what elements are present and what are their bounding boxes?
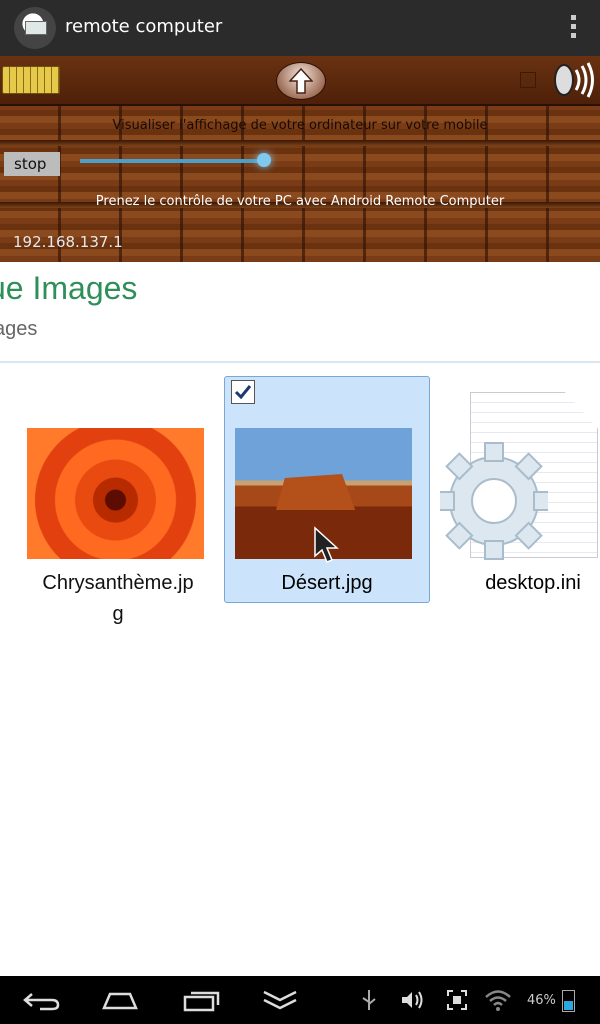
- quality-slider-track[interactable]: [80, 159, 270, 163]
- upload-arrow-button[interactable]: [276, 62, 326, 100]
- battery-percentage: 46%: [527, 993, 556, 1008]
- folder-title: ue Images: [0, 270, 138, 306]
- file-name: Désert.jpg: [281, 572, 373, 594]
- app-logo-icon[interactable]: [14, 7, 56, 49]
- shelf-divider: [0, 140, 600, 146]
- file-name: desktop.ini: [485, 572, 581, 594]
- settings-gear-icon: [440, 442, 548, 560]
- overflow-menu-icon[interactable]: [570, 15, 578, 41]
- system-navigation-bar: 46%: [0, 976, 600, 1024]
- speaker-icon[interactable]: [550, 62, 596, 98]
- file-name: g: [112, 603, 124, 625]
- chrysanthemum-thumbnail[interactable]: [27, 428, 204, 559]
- sound-checkbox[interactable]: [520, 72, 536, 88]
- header-divider: [0, 361, 600, 363]
- file-name: Chrysanthème.jp: [42, 572, 194, 594]
- wifi-icon: [485, 990, 511, 1011]
- stop-button[interactable]: stop: [4, 152, 60, 176]
- home-icon[interactable]: [100, 988, 140, 1012]
- panel-toolbar: [0, 56, 600, 106]
- ip-address: 192.168.137.1: [13, 233, 123, 251]
- screenshot-icon: [447, 990, 467, 1010]
- back-icon[interactable]: [22, 988, 62, 1012]
- selection-checkbox[interactable]: [231, 380, 255, 404]
- quality-slider-thumb[interactable]: [257, 153, 271, 167]
- control-caption: Prenez le contrôle de votre PC avec Andr…: [95, 194, 505, 209]
- keyboard-icon[interactable]: [2, 66, 60, 94]
- app-title: remote computer: [65, 16, 223, 37]
- volume-icon: [402, 991, 423, 1009]
- usb-icon: [362, 990, 376, 1010]
- action-bar: remote computer: [0, 0, 600, 57]
- folder-subtitle: ages: [0, 318, 38, 340]
- battery-icon: [562, 990, 575, 1012]
- hide-keyboard-icon[interactable]: [260, 988, 300, 1012]
- recent-apps-icon[interactable]: [182, 988, 222, 1012]
- remote-control-panel: Visualiser l'affichage de votre ordinate…: [0, 56, 600, 262]
- mouse-cursor-icon: [314, 526, 339, 563]
- screen-view-caption: Visualiser l'affichage de votre ordinate…: [112, 118, 488, 133]
